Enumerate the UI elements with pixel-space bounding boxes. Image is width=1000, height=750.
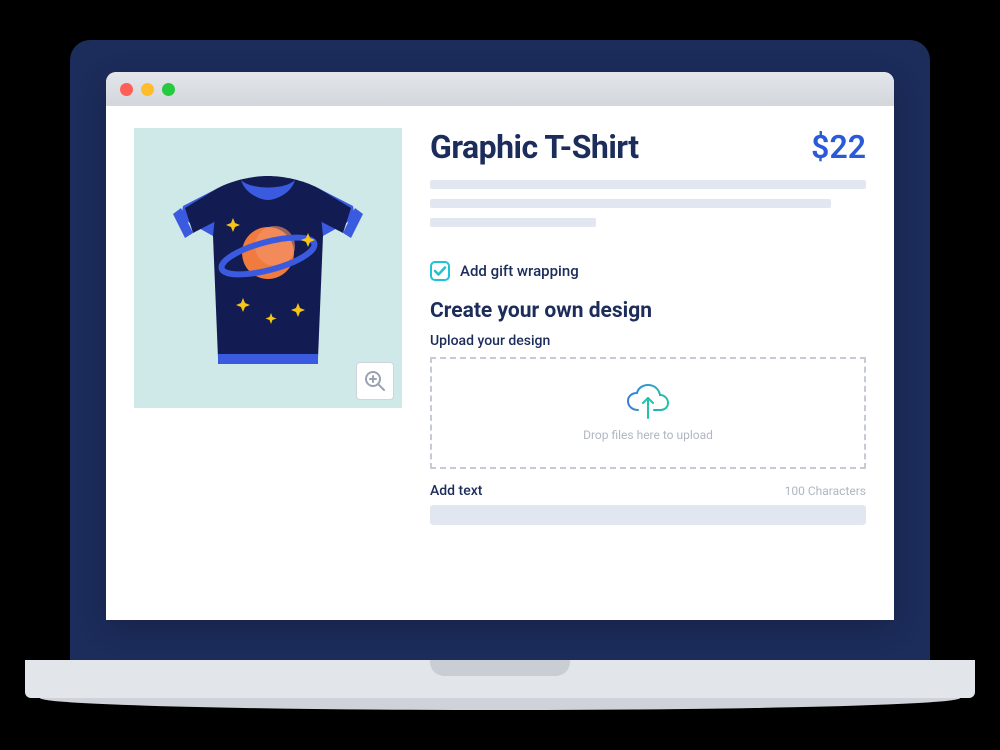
description-placeholder	[430, 180, 866, 237]
gift-wrap-label: Add gift wrapping	[460, 262, 579, 280]
add-text-row: Add text 100 Characters	[430, 483, 866, 499]
desc-line	[430, 180, 866, 189]
minimize-icon[interactable]	[141, 83, 154, 96]
laptop-frame: Graphic T-Shirt $22	[70, 40, 930, 720]
title-row: Graphic T-Shirt $22	[430, 128, 866, 166]
close-icon[interactable]	[120, 83, 133, 96]
char-limit-hint: 100 Characters	[785, 484, 866, 498]
upload-dropzone[interactable]: Drop files here to upload	[430, 357, 866, 469]
gift-wrap-checkbox[interactable]	[430, 261, 450, 281]
product-image-panel	[134, 128, 402, 408]
add-text-label: Add text	[430, 483, 482, 499]
magnify-plus-icon	[363, 369, 387, 393]
browser-window: Graphic T-Shirt $22	[106, 72, 894, 620]
window-titlebar	[106, 72, 894, 106]
maximize-icon[interactable]	[162, 83, 175, 96]
product-price: $22	[811, 128, 866, 166]
custom-text-input[interactable]	[430, 505, 866, 525]
product-page: Graphic T-Shirt $22	[106, 106, 894, 620]
custom-design-heading: Create your own design	[430, 299, 866, 323]
laptop-base	[70, 660, 930, 720]
check-icon	[433, 264, 447, 278]
product-details: Graphic T-Shirt $22	[430, 128, 866, 598]
cloud-upload-icon	[624, 384, 672, 422]
upload-label: Upload your design	[430, 333, 866, 349]
product-title: Graphic T-Shirt	[430, 128, 639, 166]
drop-hint: Drop files here to upload	[583, 428, 713, 442]
desc-line	[430, 218, 596, 227]
gift-wrap-option[interactable]: Add gift wrapping	[430, 261, 866, 281]
desc-line	[430, 199, 831, 208]
laptop-screen: Graphic T-Shirt $22	[70, 40, 930, 660]
zoom-button[interactable]	[356, 362, 394, 400]
